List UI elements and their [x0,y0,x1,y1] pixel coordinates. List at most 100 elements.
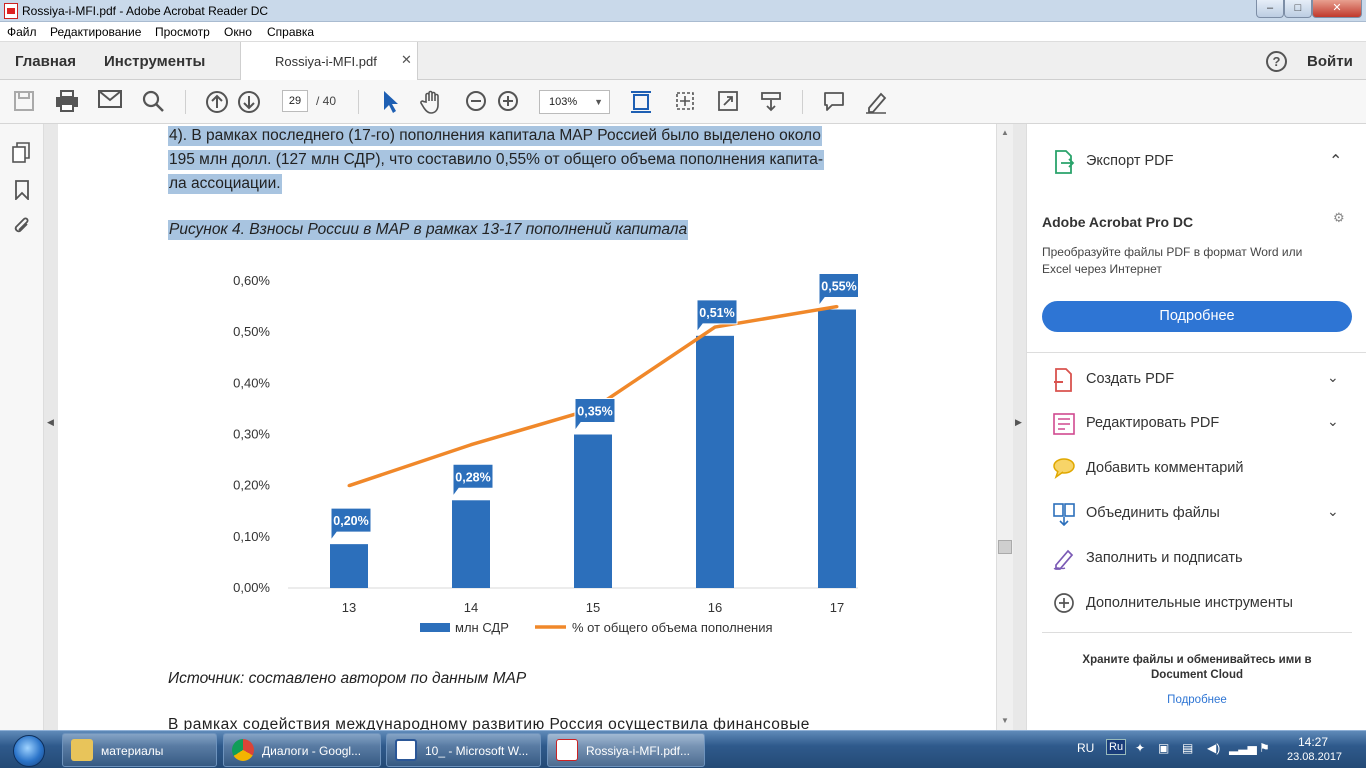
taskbar-item-word[interactable]: 10_ - Microsoft W... [386,733,541,767]
previous-page-icon[interactable] [205,90,229,114]
select-cursor-icon[interactable] [378,90,402,114]
vertical-scrollbar[interactable]: ▲ ▼ [996,124,1013,730]
tray-icon[interactable]: ✦ [1135,741,1145,755]
taskbar-item-label: материалы [101,744,164,758]
tab-bar: Главная Инструменты Rossiya-i-MFI.pdf ✕ … [0,42,1366,81]
tab-home[interactable]: Главная [15,53,76,70]
cloud-icon[interactable]: ⚙ [1333,210,1345,226]
zoom-out-icon[interactable] [464,90,488,114]
fill-sign-icon [1051,547,1077,571]
right-panel-collapse[interactable]: ▶ [1013,124,1026,730]
chart-line-point [835,305,839,309]
taskbar-item-label: Диалоги - Googl... [262,744,362,758]
windows-logo-icon [13,735,45,767]
next-page-icon[interactable] [237,90,261,114]
close-tab-icon[interactable]: ✕ [401,52,412,68]
menu-edit[interactable]: Редактирование [50,25,141,39]
toolbar-divider [185,90,186,114]
tools-pane: Экспорт PDF ⌃ Adobe Acrobat Pro DC ⚙ Пре… [1026,124,1366,730]
comment-icon[interactable] [822,90,846,114]
document-view[interactable]: 4). В рамках последнего (17-го) пополнен… [58,124,996,730]
window-title: Rossiya-i-MFI.pdf - Adobe Acrobat Reader… [22,4,269,18]
menu-window[interactable]: Окно [224,25,252,39]
tool-combine-files[interactable]: Объединить файлы ⌄ [1027,494,1366,534]
taskbar-item-explorer[interactable]: материалы [62,733,217,767]
cloud-learn-more-link[interactable]: Подробнее [1027,694,1366,706]
clock-time[interactable]: 14:27 [1298,735,1328,749]
flag-icon[interactable]: ⚑ [1259,741,1270,755]
help-icon[interactable]: ? [1266,51,1287,72]
chart-bar [696,335,734,588]
learn-more-button[interactable]: Подробнее [1042,301,1352,332]
page-number-input[interactable]: 29 [282,90,308,112]
tool-fill-sign[interactable]: Заполнить и подписать [1027,539,1366,579]
chevron-down-icon[interactable]: ⌄ [1327,369,1339,386]
chart-bar [330,544,368,588]
data-label: 0,20% [333,514,368,528]
email-icon[interactable] [98,90,122,114]
scroll-mode-icon[interactable] [673,90,697,114]
tool-label: Создать PDF [1086,371,1175,387]
paragraph-line: ла ассоциации. [168,174,282,194]
legend-swatch-bar [420,623,450,632]
word-icon [395,739,417,761]
x-tick-label: 16 [708,600,722,615]
full-screen-icon[interactable] [716,90,740,114]
bookmark-icon[interactable] [11,180,33,202]
fit-page-icon[interactable] [629,90,653,114]
menu-file[interactable]: Файл [7,25,37,39]
ime-indicator[interactable]: Ru [1106,739,1127,755]
read-mode-icon[interactable] [759,90,783,114]
chevron-down-icon[interactable]: ⌄ [1327,413,1339,430]
language-indicator[interactable]: RU [1077,741,1094,755]
left-panel-collapse[interactable]: ◀ [44,124,58,730]
minimize-button[interactable]: – [1256,0,1284,18]
taskbar-item-acrobat[interactable]: Rossiya-i-MFI.pdf... [547,733,705,767]
x-tick-label: 17 [830,600,844,615]
chevron-down-icon: ▼ [594,97,603,107]
paragraph-line: 195 млн долл. (127 млн СДР), что состави… [168,150,825,170]
print-icon[interactable] [55,90,79,114]
tab-tools[interactable]: Инструменты [104,53,205,70]
start-button[interactable] [3,733,53,767]
scrollbar-thumb[interactable] [998,540,1012,554]
tool-more-tools[interactable]: Дополнительные инструменты [1027,584,1366,624]
tool-create-pdf[interactable]: Создать PDF ⌄ [1027,360,1366,400]
search-icon[interactable] [141,90,165,114]
scroll-up-icon[interactable]: ▲ [1001,128,1009,137]
divider [1027,352,1366,353]
taskbar-item-chrome[interactable]: Диалоги - Googl... [223,733,381,767]
chevron-down-icon[interactable]: ⌄ [1327,503,1339,520]
export-pdf-header[interactable]: Экспорт PDF ⌃ [1027,142,1366,182]
acrobat-app-icon [4,3,18,19]
highlight-pen-icon[interactable] [864,90,888,114]
tray-icon[interactable]: ▣ [1158,741,1169,755]
close-window-button[interactable]: ✕ [1312,0,1362,18]
network-icon[interactable]: ▤ [1182,741,1193,755]
tool-add-comment[interactable]: Добавить комментарий [1027,449,1366,489]
chart-bar [574,434,612,588]
data-label: 0,55% [821,280,856,294]
tab-document[interactable]: Rossiya-i-MFI.pdf ✕ [240,42,418,81]
zoom-in-icon[interactable] [496,90,520,114]
clock-date[interactable]: 23.08.2017 [1287,751,1342,763]
hand-tool-icon[interactable] [420,90,444,114]
attachment-icon[interactable] [11,216,33,238]
tool-label: Редактировать PDF [1086,415,1220,431]
promo-title: Adobe Acrobat Pro DC [1042,214,1194,230]
toolbar-divider [358,90,359,114]
maximize-button[interactable]: □ [1284,0,1312,18]
data-label: 0,35% [577,405,612,419]
scroll-down-icon[interactable]: ▼ [1001,716,1009,725]
tool-edit-pdf[interactable]: Редактировать PDF ⌄ [1027,404,1366,444]
signal-icon[interactable]: ▂▃▅ [1229,741,1257,755]
sign-in-button[interactable]: Войти [1307,53,1353,70]
volume-icon[interactable]: ◀) [1207,741,1220,755]
save-icon[interactable] [12,90,36,114]
export-pdf-label: Экспорт PDF [1086,153,1174,169]
menu-view[interactable]: Просмотр [155,25,210,39]
folder-icon [71,739,93,761]
page-thumbnails-icon[interactable] [11,142,33,164]
menu-help[interactable]: Справка [267,25,314,39]
zoom-select[interactable]: 103% ▼ [539,90,610,114]
